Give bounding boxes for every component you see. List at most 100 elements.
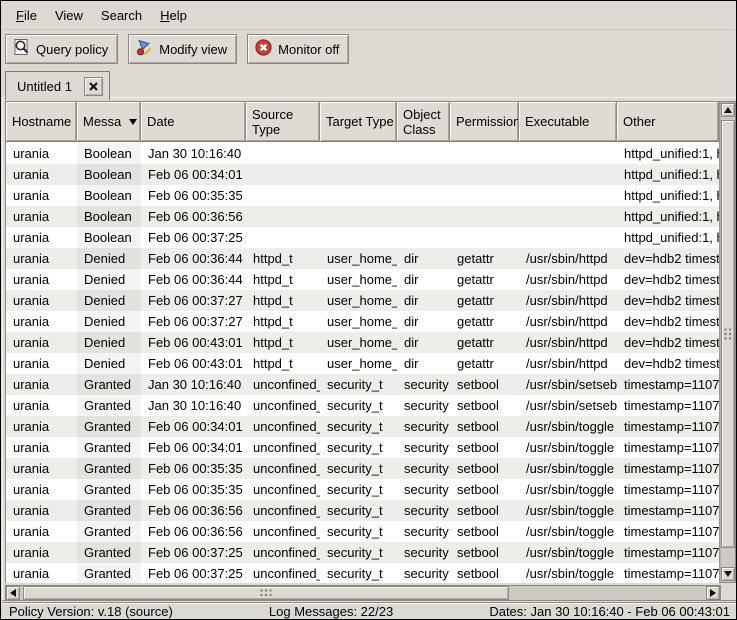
table-row[interactable]: uraniaGrantedFeb 06 00:34:01unconfined_s… <box>6 437 719 458</box>
cell-date: Feb 06 00:34:01 <box>141 416 246 437</box>
cell-target-type: user_home_ <box>320 311 397 332</box>
cell-permission: setbool <box>450 500 519 521</box>
cell-permission <box>450 227 519 248</box>
column-header-date[interactable]: Date <box>141 102 246 141</box>
menu-help[interactable]: Help <box>151 4 196 27</box>
menu-file[interactable]: File <box>7 4 46 27</box>
column-header-target-type[interactable]: Target Type <box>320 102 397 141</box>
cell-other: dev=hdb2 timesta <box>617 353 719 374</box>
grip-icon <box>724 328 733 341</box>
cell-other: timestamp=11071 <box>617 395 719 416</box>
horizontal-scrollbar[interactable] <box>5 585 721 601</box>
tab-strip: Untitled 1 <box>2 68 735 98</box>
cell-messa: Denied <box>77 248 141 269</box>
cell-messa: Boolean <box>77 143 141 164</box>
column-header-other[interactable]: Other <box>617 102 719 141</box>
cell-object-class <box>397 143 450 164</box>
column-header-executable[interactable]: Executable <box>519 102 617 141</box>
cell-object-class: dir <box>397 248 450 269</box>
cell-date: Feb 06 00:35:35 <box>141 185 246 206</box>
cell-target-type: security_t <box>320 416 397 437</box>
table-row[interactable]: uraniaBooleanFeb 06 00:36:56httpd_unifie… <box>6 206 719 227</box>
table-row[interactable]: uraniaDeniedFeb 06 00:43:01httpd_tuser_h… <box>6 332 719 353</box>
table-row[interactable]: uraniaGrantedFeb 06 00:35:35unconfined_s… <box>6 479 719 500</box>
cell-source-type <box>246 206 320 227</box>
cell-hostname: urania <box>6 437 77 458</box>
table-row[interactable]: uraniaGrantedFeb 06 00:37:25unconfined_s… <box>6 563 719 583</box>
cell-hostname: urania <box>6 458 77 479</box>
cell-messa: Granted <box>77 395 141 416</box>
cell-hostname: urania <box>6 269 77 290</box>
modify-view-button[interactable]: Modify view <box>128 34 237 64</box>
table-row[interactable]: uraniaGrantedFeb 06 00:36:56unconfined_s… <box>6 521 719 542</box>
table-row[interactable]: uraniaDeniedFeb 06 00:36:44httpd_tuser_h… <box>6 269 719 290</box>
cell-date: Jan 30 10:16:40 <box>141 143 246 164</box>
tab-close-button[interactable] <box>84 77 103 96</box>
cell-permission: setbool <box>450 542 519 563</box>
table-row[interactable]: uraniaDeniedFeb 06 00:43:01httpd_tuser_h… <box>6 353 719 374</box>
table-row[interactable]: uraniaGrantedJan 30 10:16:40unconfined_s… <box>6 374 719 395</box>
cell-target-type: security_t <box>320 437 397 458</box>
cell-hostname: urania <box>6 290 77 311</box>
table-row[interactable]: uraniaBooleanFeb 06 00:37:25httpd_unifie… <box>6 227 719 248</box>
cell-hostname: urania <box>6 311 77 332</box>
cell-permission: setbool <box>450 563 519 583</box>
column-header-hostname[interactable]: Hostname <box>6 102 77 141</box>
cell-date: Jan 30 10:16:40 <box>141 395 246 416</box>
scroll-up-button[interactable] <box>721 103 735 117</box>
cell-target-type: security_t <box>320 521 397 542</box>
query-policy-button[interactable]: Query policy <box>5 34 118 64</box>
cell-other: timestamp=11076 <box>617 479 719 500</box>
cell-date: Feb 06 00:37:27 <box>141 311 246 332</box>
table-row[interactable]: uraniaDeniedFeb 06 00:37:27httpd_tuser_h… <box>6 290 719 311</box>
table-row[interactable]: uraniaGrantedFeb 06 00:35:35unconfined_s… <box>6 458 719 479</box>
cell-date: Jan 30 10:16:40 <box>141 374 246 395</box>
cell-object-class: security <box>397 521 450 542</box>
cell-target-type <box>320 164 397 185</box>
cell-executable: /usr/sbin/setseb <box>519 395 617 416</box>
cell-date: Feb 06 00:36:44 <box>141 248 246 269</box>
table-row[interactable]: uraniaGrantedJan 30 10:16:40unconfined_s… <box>6 395 719 416</box>
query-policy-icon <box>12 38 31 60</box>
table-row[interactable]: uraniaBooleanFeb 06 00:35:35httpd_unifie… <box>6 185 719 206</box>
cell-messa: Granted <box>77 563 141 583</box>
cell-source-type: unconfined_ <box>246 416 320 437</box>
cell-target-type: user_home_ <box>320 332 397 353</box>
monitor-off-button[interactable]: Monitor off <box>247 34 349 64</box>
table-row[interactable]: uraniaDeniedFeb 06 00:37:27httpd_tuser_h… <box>6 311 719 332</box>
scroll-down-button[interactable] <box>721 567 735 581</box>
column-header-object-class[interactable]: Object Class <box>397 102 450 141</box>
column-header-permission[interactable]: Permission <box>450 102 519 141</box>
scroll-left-button[interactable] <box>6 586 20 600</box>
menu-search[interactable]: Search <box>92 4 151 27</box>
cell-messa: Granted <box>77 458 141 479</box>
log-messages-status: Log Messages: 22/23 <box>173 604 490 619</box>
table-row[interactable]: uraniaDeniedFeb 06 00:36:44httpd_tuser_h… <box>6 248 719 269</box>
column-header-source-type[interactable]: Source Type <box>246 102 320 141</box>
table-row[interactable]: uraniaGrantedFeb 06 00:34:01unconfined_s… <box>6 416 719 437</box>
horizontal-scrollbar-thumb[interactable] <box>23 586 509 600</box>
sort-descending-icon <box>129 119 137 125</box>
column-header-messa[interactable]: Messa <box>77 102 141 141</box>
cell-target-type: security_t <box>320 374 397 395</box>
cell-other: timestamp=11076 <box>617 437 719 458</box>
cell-hostname: urania <box>6 563 77 583</box>
cell-object-class: dir <box>397 353 450 374</box>
column-header-label: Hostname <box>12 114 71 129</box>
cell-messa: Granted <box>77 416 141 437</box>
scroll-right-button[interactable] <box>706 586 720 600</box>
tab-untitled-1[interactable]: Untitled 1 <box>5 71 110 100</box>
column-header-label: Other <box>623 114 656 129</box>
cell-date: Feb 06 00:37:25 <box>141 563 246 583</box>
menu-view[interactable]: View <box>46 4 92 27</box>
table-row[interactable]: uraniaGrantedFeb 06 00:37:25unconfined_s… <box>6 542 719 563</box>
cell-hostname: urania <box>6 500 77 521</box>
column-header-label: Source Type <box>252 107 319 137</box>
table-row[interactable]: uraniaBooleanJan 30 10:16:40httpd_unifie… <box>6 143 719 164</box>
table-row[interactable]: uraniaBooleanFeb 06 00:34:01httpd_unifie… <box>6 164 719 185</box>
cell-executable: /usr/sbin/setseb <box>519 374 617 395</box>
cell-other: dev=hdb2 timesta <box>617 311 719 332</box>
table-row[interactable]: uraniaGrantedFeb 06 00:36:56unconfined_s… <box>6 500 719 521</box>
vertical-scrollbar-thumb[interactable] <box>721 120 735 548</box>
vertical-scrollbar[interactable] <box>719 102 735 582</box>
